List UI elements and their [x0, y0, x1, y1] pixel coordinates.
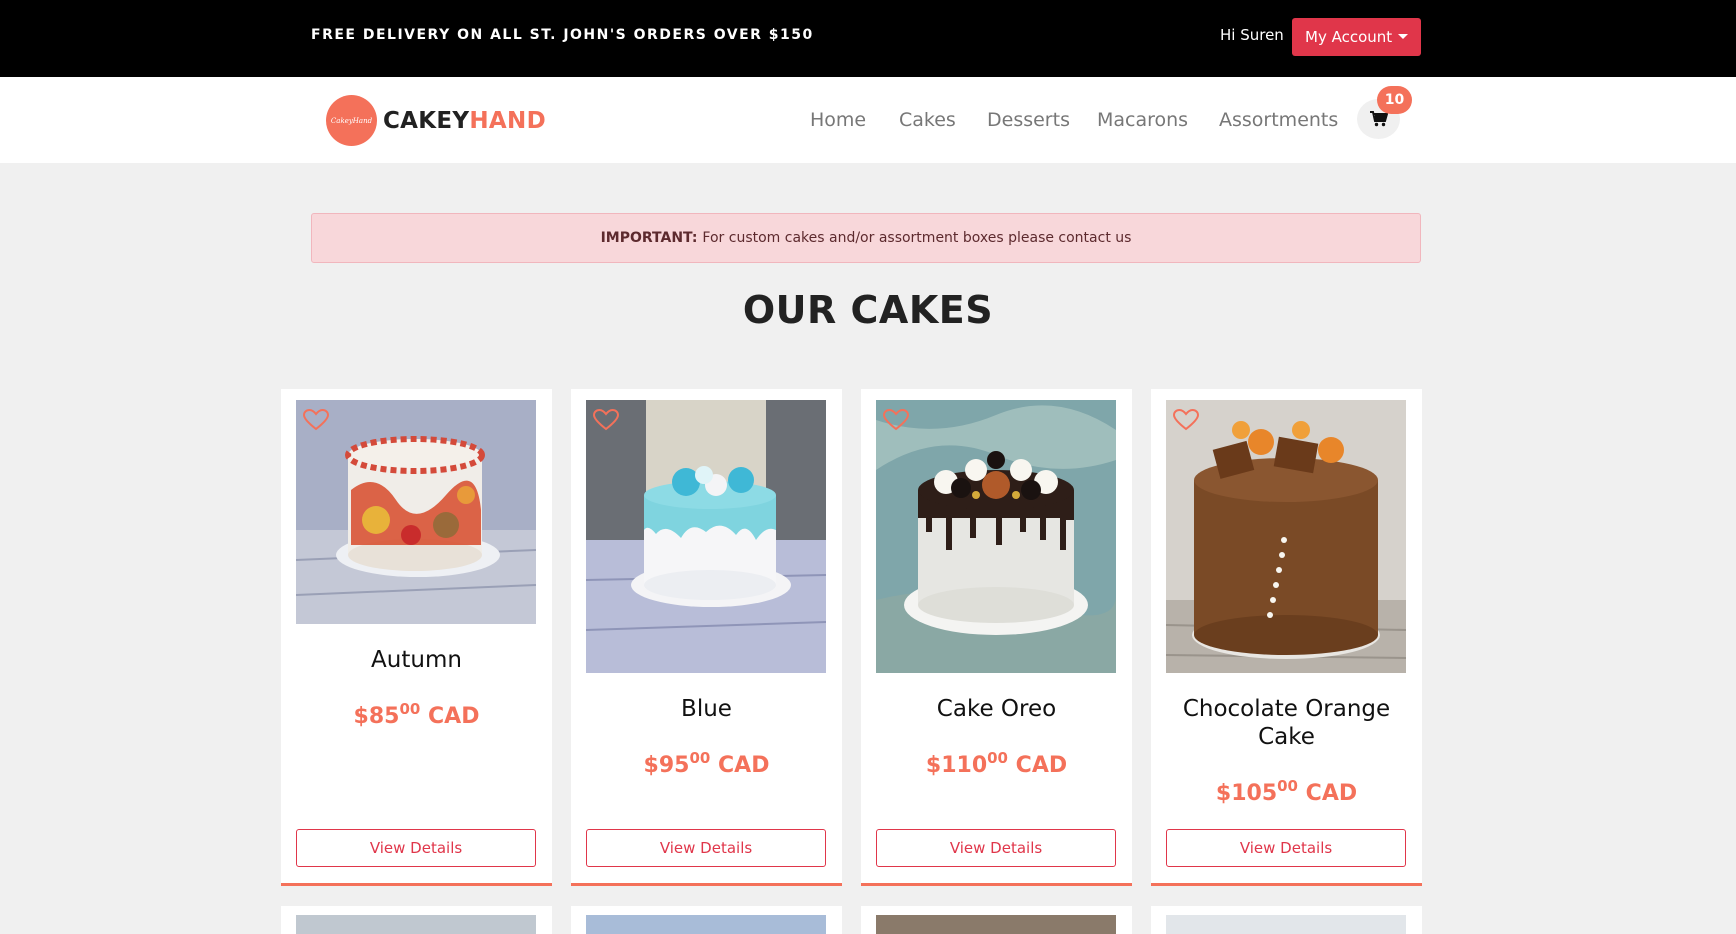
view-details-button[interactable]: View Details: [876, 829, 1116, 867]
nav-assortments[interactable]: Assortments: [1219, 109, 1338, 131]
view-details-button[interactable]: View Details: [296, 829, 536, 867]
product-name: Autumn: [371, 647, 462, 673]
section-title: OUR CAKES: [742, 288, 994, 332]
brand-name-part2: HAND: [469, 107, 546, 134]
product-price: $11000 CAD: [861, 749, 1132, 778]
nav-home[interactable]: Home: [810, 109, 866, 131]
product-card[interactable]: Blue $9500 CAD View Details: [571, 389, 842, 886]
my-account-dropdown[interactable]: My Account: [1292, 18, 1421, 56]
price-currency: CAD: [1305, 781, 1358, 806]
product-name: Chocolate Orange Cake: [1182, 696, 1391, 750]
product-card-next-row[interactable]: [861, 906, 1132, 934]
price-dollars: $105: [1215, 781, 1278, 806]
product-image[interactable]: [876, 400, 1116, 673]
product-card[interactable]: Chocolate Orange Cake $10500 CAD View De…: [1151, 389, 1422, 886]
product-image[interactable]: [295, 400, 537, 624]
product-card[interactable]: Cake Oreo $11000 CAD View Details: [861, 389, 1132, 886]
price-currency: CAD: [1015, 753, 1068, 778]
price-cents: 00: [1277, 777, 1298, 795]
main-navbar: [0, 77, 1736, 163]
wishlist-heart-icon[interactable]: [1172, 408, 1200, 435]
product-card[interactable]: Autumn $8500 CAD View Details: [281, 389, 552, 886]
brand-name: CAKEYHAND: [383, 108, 546, 134]
price-currency: CAD: [718, 753, 770, 778]
product-card-next-row[interactable]: [281, 906, 552, 934]
price-dollars: $110: [925, 753, 988, 778]
wishlist-heart-icon[interactable]: [592, 408, 620, 435]
product-name: Blue: [681, 696, 732, 722]
alert-text: For custom cakes and/or assortment boxes…: [702, 230, 1132, 246]
product-price: $10500 CAD: [1151, 777, 1422, 806]
price-cents: 00: [399, 700, 421, 718]
product-price: $9500 CAD: [571, 749, 842, 778]
price-currency: CAD: [428, 704, 480, 729]
price-cents: 00: [987, 749, 1008, 767]
price-cents: 00: [689, 749, 711, 767]
cart-count-badge: 10: [1377, 86, 1412, 114]
my-account-label: My Account: [1305, 28, 1393, 46]
product-image[interactable]: [876, 915, 1116, 934]
nav-cakes[interactable]: Cakes: [899, 109, 956, 131]
product-image[interactable]: [586, 915, 826, 934]
price-dollars: $85: [353, 704, 400, 729]
nav-desserts[interactable]: Desserts: [987, 109, 1070, 131]
view-details-button[interactable]: View Details: [1166, 829, 1406, 867]
important-alert: IMPORTANT: For custom cakes and/or assor…: [311, 213, 1421, 263]
cart-icon: [1369, 111, 1388, 127]
wishlist-heart-icon[interactable]: [882, 408, 910, 435]
product-name: Cake Oreo: [936, 696, 1057, 722]
price-dollars: $95: [643, 753, 690, 778]
top-bar: FREE DELIVERY ON ALL ST. JOHN'S ORDERS O…: [0, 0, 1736, 77]
product-card-next-row[interactable]: [1151, 906, 1422, 934]
nav-macarons[interactable]: Macarons: [1097, 109, 1188, 131]
product-image[interactable]: [1166, 915, 1406, 934]
product-image[interactable]: [585, 400, 827, 673]
logo-badge: CakeyHand: [326, 95, 377, 146]
product-card-next-row[interactable]: [571, 906, 842, 934]
product-price: $8500 CAD: [281, 700, 552, 729]
user-greeting: Hi Suren: [1220, 26, 1284, 44]
alert-strong: IMPORTANT:: [600, 230, 698, 246]
wishlist-heart-icon[interactable]: [302, 408, 330, 435]
view-details-button[interactable]: View Details: [586, 829, 826, 867]
product-image[interactable]: [296, 915, 536, 934]
brand-logo[interactable]: CakeyHand CAKEYHAND: [326, 95, 546, 146]
caret-down-icon: [1398, 34, 1408, 39]
brand-name-part1: CAKEY: [383, 107, 470, 134]
product-image[interactable]: [1165, 400, 1407, 673]
delivery-promo: FREE DELIVERY ON ALL ST. JOHN'S ORDERS O…: [311, 27, 814, 43]
